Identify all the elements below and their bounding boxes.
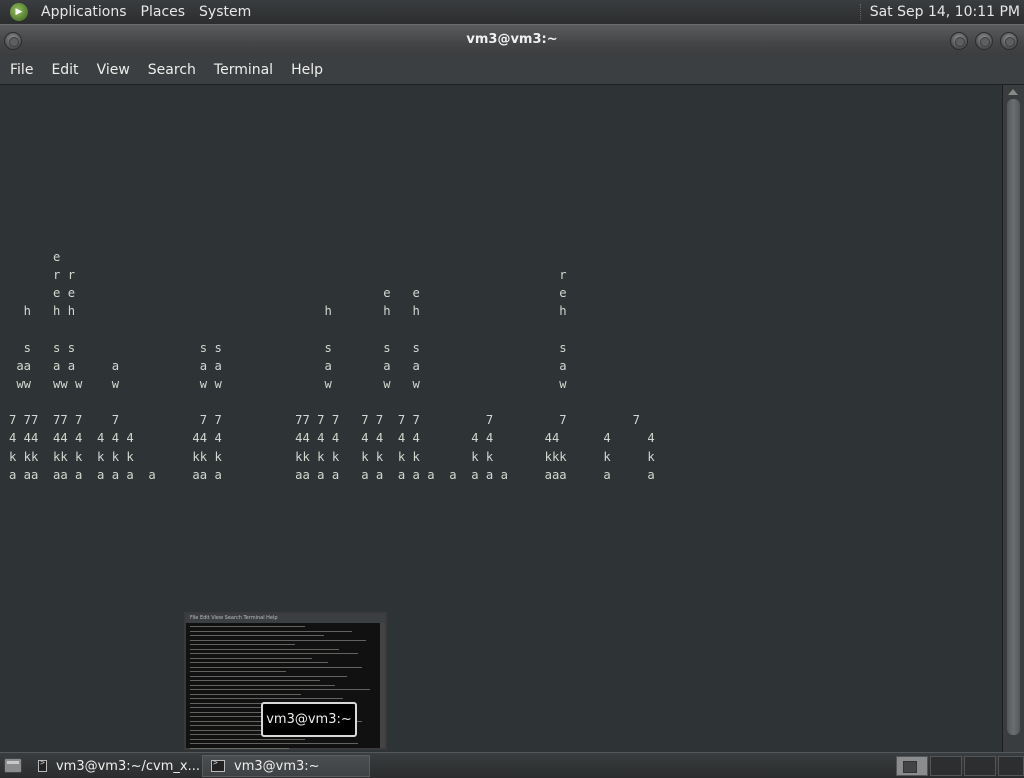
terminal-line: 7 77 77 7 7 7 7 77 7 7 7 7 7 7 7 7 7: [9, 413, 641, 428]
terminal-line: e: [9, 249, 61, 264]
panel-separator: [859, 4, 862, 20]
terminal-menubar: File Edit View Search Terminal Help: [0, 56, 1024, 84]
preview-line: [190, 662, 328, 663]
preview-line: [190, 644, 296, 645]
preview-line: [190, 657, 313, 659]
terminal-icon: [38, 758, 47, 772]
preview-line: [190, 639, 366, 641]
terminal-line: k kk kk k k k k kk k kk k k k k k k k k …: [9, 449, 655, 464]
terminal-line: r r r: [9, 267, 567, 282]
preview-scrollbar: [380, 623, 385, 748]
terminal-line: a aa aa a a a a a aa a aa a a a a a a a …: [9, 467, 655, 482]
terminal-line: aa a a a a a a a a a: [9, 358, 567, 373]
terminal-icon: [211, 758, 225, 772]
preview-line: [190, 747, 290, 749]
terminal-line: h h h h h h h: [9, 304, 567, 319]
preview-menubar: File Edit View Search Terminal Help: [186, 614, 385, 623]
preview-line: [190, 743, 359, 744]
menu-help[interactable]: Help: [282, 62, 332, 78]
preview-line: [190, 635, 324, 636]
window-titlebar[interactable]: vm3@vm3:~: [0, 24, 1024, 56]
menu-file[interactable]: File: [0, 62, 42, 78]
top-panel: ▶ Applications Places System Sat Sep 14,…: [0, 0, 1024, 24]
preview-line: [190, 666, 362, 668]
scrollbar-thumb[interactable]: [1007, 99, 1020, 735]
terminal-line: ww ww w w w w w w w w: [9, 376, 567, 391]
terminal-area[interactable]: e r r r e e e e e h h h h h h h s s s s …: [0, 84, 1024, 753]
terminal-line: 4 44 44 4 4 4 4 44 4 44 4 4 4 4 4 4 4 4 …: [9, 431, 655, 446]
terminal-line: e e e e e: [9, 286, 567, 301]
close-button[interactable]: [1000, 32, 1018, 50]
preview-line: [190, 675, 347, 677]
preview-line: [190, 653, 359, 654]
preview-line: [190, 738, 305, 740]
menu-terminal[interactable]: Terminal: [205, 62, 282, 78]
menu-view[interactable]: View: [88, 62, 139, 78]
scroll-up-arrow-icon[interactable]: [1008, 89, 1018, 95]
window-switcher-label: vm3@vm3:~: [261, 702, 357, 737]
terminal-scrollbar[interactable]: [1002, 85, 1024, 753]
applications-logo-icon[interactable]: ▶: [10, 3, 28, 21]
terminal-line: s s s s s s s s s: [9, 340, 567, 355]
preview-line: [190, 680, 320, 681]
system-menu[interactable]: System: [192, 4, 258, 20]
preview-line: [190, 648, 339, 650]
workspace-3[interactable]: [964, 756, 996, 776]
show-desktop-icon[interactable]: [4, 758, 22, 773]
taskbar-item-cvm[interactable]: vm3@vm3:~/cvm_x...: [30, 755, 200, 777]
applications-menu[interactable]: Applications: [34, 4, 134, 20]
bottom-taskbar: vm3@vm3:~/cvm_x... vm3@vm3:~: [0, 752, 1024, 778]
preview-line: [190, 671, 286, 672]
places-menu[interactable]: Places: [134, 4, 193, 20]
taskbar-item-vm3[interactable]: vm3@vm3:~: [202, 755, 370, 777]
preview-line: [190, 630, 353, 632]
preview-line: [190, 626, 305, 627]
menu-search[interactable]: Search: [139, 62, 205, 78]
maximize-button[interactable]: [975, 32, 993, 50]
preview-line: [190, 693, 301, 695]
minimize-button[interactable]: [950, 32, 968, 50]
taskbar-item-label: vm3@vm3:~/cvm_x...: [55, 758, 200, 774]
terminal-output: e r r r e e e e e h h h h h h h s s s s …: [9, 157, 655, 484]
window-title: vm3@vm3:~: [466, 32, 558, 47]
workspace-4[interactable]: [998, 756, 1024, 776]
workspace-2[interactable]: [930, 756, 962, 776]
taskbar-item-label: vm3@vm3:~: [234, 758, 320, 774]
preview-lines: [186, 623, 385, 773]
workspace-1[interactable]: [896, 756, 928, 776]
menu-edit[interactable]: Edit: [42, 62, 87, 78]
preview-line: [190, 689, 370, 690]
preview-line: [190, 684, 336, 686]
preview-line: [190, 698, 343, 699]
clock[interactable]: Sat Sep 14, 10:11 PM: [870, 4, 1024, 20]
